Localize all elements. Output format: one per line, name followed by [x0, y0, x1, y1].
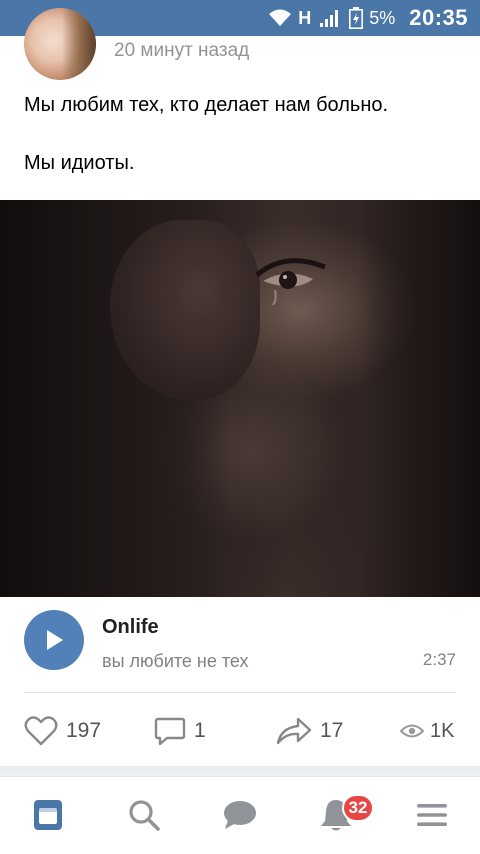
comment-count: 1 — [194, 719, 206, 742]
share-icon — [276, 717, 312, 745]
audio-duration: 2:37 — [422, 650, 456, 669]
avatar[interactable] — [24, 8, 96, 80]
divider — [24, 692, 456, 693]
menu-icon — [417, 804, 447, 826]
post-actions: 197 1 17 1K — [0, 708, 480, 754]
nav-menu[interactable] — [410, 793, 454, 837]
messages-icon — [224, 801, 256, 829]
post-photo[interactable] — [0, 200, 480, 597]
comment-button[interactable]: 1 — [154, 708, 206, 754]
view-count: 1K — [430, 719, 455, 742]
like-button[interactable]: 197 — [24, 708, 101, 754]
nav-news[interactable] — [26, 793, 70, 837]
nav-search[interactable] — [122, 793, 166, 837]
post-time: 20 минут назад — [114, 40, 250, 61]
post-header: 20 минут назад — [0, 8, 480, 80]
post-text-line: Мы любим тех, кто делает нам больно. — [24, 94, 389, 116]
audio-title: Onlife — [102, 616, 159, 638]
nav-messages[interactable] — [218, 793, 262, 837]
screen: H 5% 20:35 20 минут назад Мы любим тех, … — [0, 0, 480, 854]
play-button[interactable] — [24, 610, 84, 670]
post-text: Мы любим тех, кто делает нам больно. Мы … — [24, 92, 464, 176]
network-type-label: H — [298, 7, 312, 28]
feed-separator — [0, 766, 480, 776]
post-text-line: Мы идиоты. — [24, 152, 135, 174]
battery-icon — [349, 7, 364, 29]
share-count: 17 — [320, 719, 344, 742]
heart-icon — [24, 716, 58, 746]
notifications-badge: 32 — [342, 794, 374, 822]
clock: 20:35 — [409, 5, 468, 30]
wifi-icon — [268, 8, 292, 28]
eye-icon — [400, 724, 424, 738]
signal-icon — [319, 8, 341, 28]
like-count: 197 — [66, 719, 102, 742]
bottom-nav — [0, 776, 480, 854]
battery-percent: 5% — [369, 7, 396, 28]
audio-attachment[interactable]: Onlife вы любите не тех 2:37 — [0, 598, 480, 692]
audio-artist: вы любите не тех — [102, 651, 249, 671]
views-indicator: 1K — [400, 708, 454, 754]
search-icon — [129, 800, 160, 831]
play-icon — [47, 630, 63, 650]
share-button[interactable]: 17 — [276, 708, 343, 754]
news-icon — [34, 800, 62, 830]
comment-icon — [154, 717, 186, 746]
